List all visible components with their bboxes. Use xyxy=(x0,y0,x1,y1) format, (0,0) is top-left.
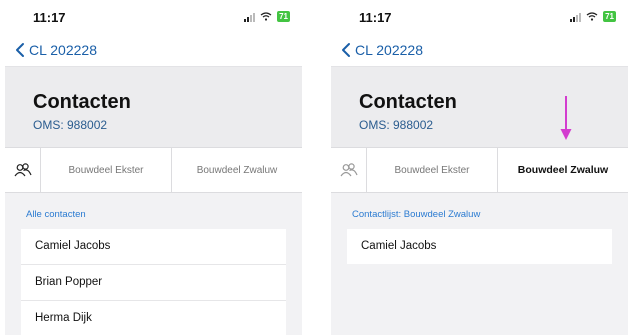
navigation-bar: CL 202228 xyxy=(331,34,628,67)
tab-bar: Bouwdeel Ekster Bouwdeel Zwaluw xyxy=(5,147,302,193)
contact-list: Camiel Jacobs xyxy=(347,229,612,264)
contact-list: Camiel Jacobs Brian Popper Herma Dijk xyxy=(21,229,286,335)
chevron-left-icon[interactable] xyxy=(13,42,27,58)
tab-bouwdeel-zwaluw[interactable]: Bouwdeel Zwaluw xyxy=(498,148,628,192)
page-header: Contacten OMS: 988002 xyxy=(331,67,628,147)
list-item[interactable]: Camiel Jacobs xyxy=(347,229,612,264)
chevron-left-icon[interactable] xyxy=(339,42,353,58)
tab-bar: Bouwdeel Ekster Bouwdeel Zwaluw xyxy=(331,147,628,193)
page-subtitle: OMS: 988002 xyxy=(359,118,434,132)
section-label: Contactlijst: Bouwdeel Zwaluw xyxy=(352,209,481,220)
cellular-signal-icon xyxy=(244,12,256,22)
page-title: Contacten xyxy=(33,91,131,113)
status-bar: 11:17 71 xyxy=(331,0,628,34)
tab-bouwdeel-ekster[interactable]: Bouwdeel Ekster xyxy=(41,148,172,192)
tab-all-contacts[interactable] xyxy=(331,148,367,192)
status-time: 11:17 xyxy=(359,10,392,25)
people-icon xyxy=(14,163,32,177)
wifi-icon xyxy=(260,12,272,21)
section-label: Alle contacten xyxy=(26,209,86,220)
list-item[interactable]: Herma Dijk xyxy=(21,301,286,335)
battery-icon: 71 xyxy=(277,11,290,22)
tab-all-contacts[interactable] xyxy=(5,148,41,192)
status-icons: 71 xyxy=(244,11,290,22)
status-time: 11:17 xyxy=(33,10,66,25)
status-icons: 71 xyxy=(570,11,616,22)
cellular-signal-icon xyxy=(570,12,582,22)
page-header: Contacten OMS: 988002 xyxy=(5,67,302,147)
list-item[interactable]: Brian Popper xyxy=(21,265,286,301)
tab-bouwdeel-ekster[interactable]: Bouwdeel Ekster xyxy=(367,148,498,192)
people-icon xyxy=(340,163,358,177)
wifi-icon xyxy=(586,12,598,21)
page-title: Contacten xyxy=(359,91,457,113)
tab-bouwdeel-zwaluw[interactable]: Bouwdeel Zwaluw xyxy=(172,148,302,192)
back-button[interactable]: CL 202228 xyxy=(29,42,97,58)
list-item[interactable]: Camiel Jacobs xyxy=(21,229,286,265)
annotation-arrow-icon xyxy=(560,96,572,140)
page-subtitle: OMS: 988002 xyxy=(33,118,108,132)
battery-icon: 71 xyxy=(603,11,616,22)
screen-all-contacts: 11:17 71 CL 202228 Contacten OMS: 988002 xyxy=(5,0,302,335)
navigation-bar: CL 202228 xyxy=(5,34,302,67)
back-button[interactable]: CL 202228 xyxy=(355,42,423,58)
screen-bouwdeel-zwaluw: 11:17 71 CL 202228 Contacten OMS: 988002 xyxy=(331,0,628,335)
status-bar: 11:17 71 xyxy=(5,0,302,34)
